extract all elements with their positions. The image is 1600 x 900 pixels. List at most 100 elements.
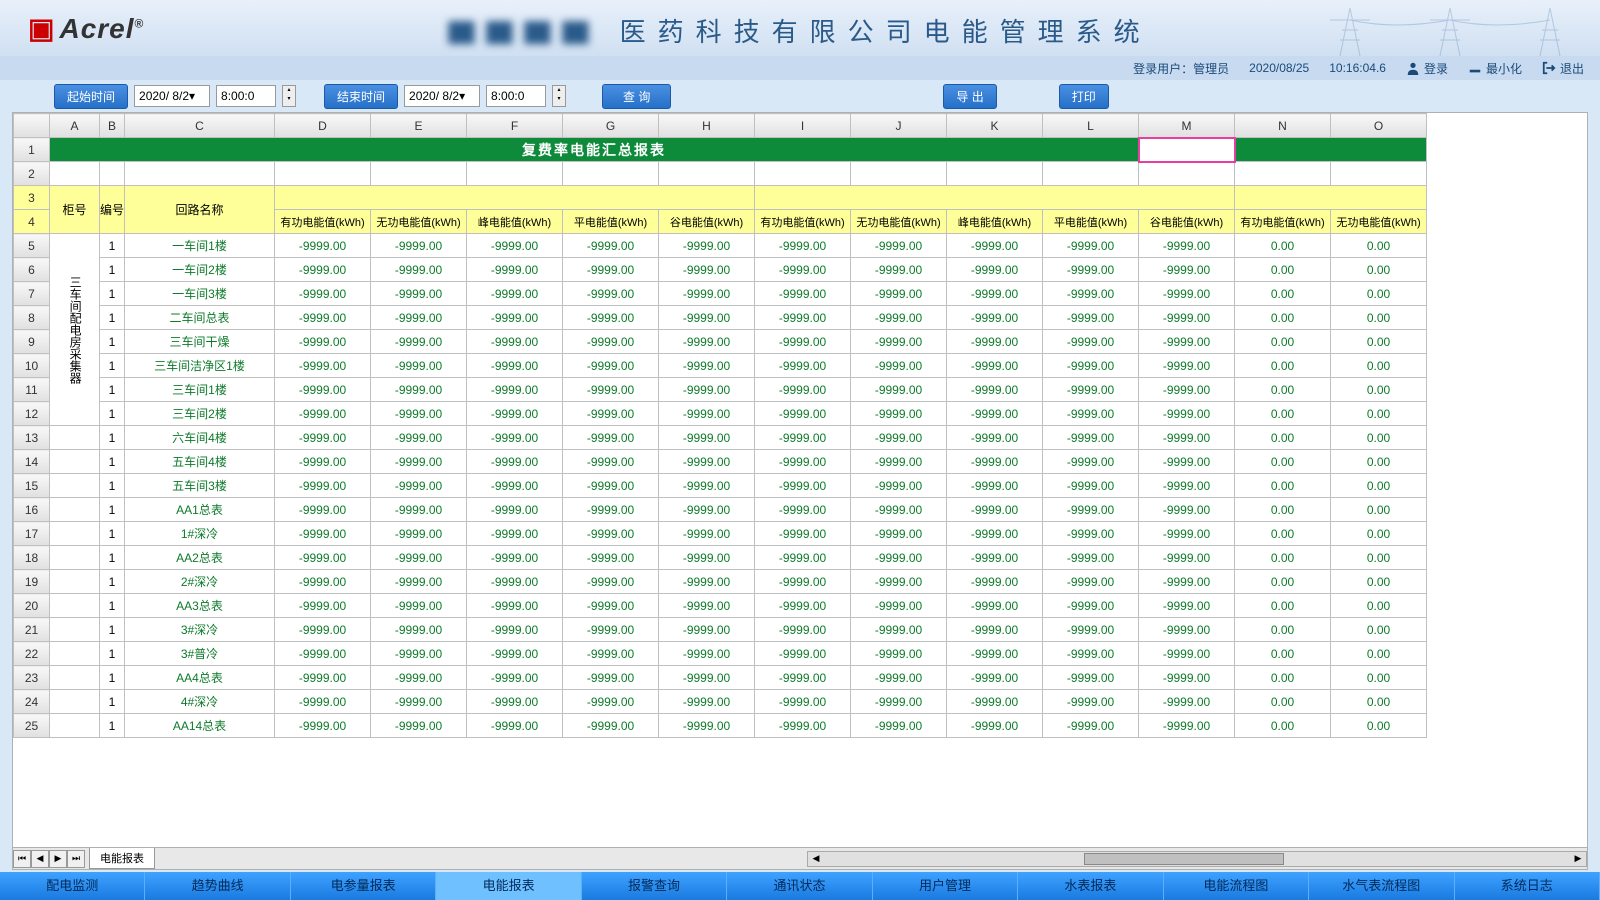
data-cell[interactable]: -9999.00 — [851, 474, 947, 498]
data-cell[interactable]: -9999.00 — [1043, 690, 1139, 714]
data-cell[interactable]: -9999.00 — [1139, 498, 1235, 522]
data-cell[interactable]: -9999.00 — [1043, 594, 1139, 618]
data-cell[interactable]: -9999.00 — [1139, 642, 1235, 666]
row-num[interactable]: 13 — [14, 426, 50, 450]
data-cell[interactable]: -9999.00 — [275, 498, 371, 522]
data-cell[interactable]: -9999.00 — [947, 690, 1043, 714]
data-cell[interactable]: -9999.00 — [563, 546, 659, 570]
data-cell[interactable]: -9999.00 — [1043, 450, 1139, 474]
print-button[interactable]: 打印 — [1059, 84, 1109, 109]
data-cell[interactable]: -9999.00 — [755, 450, 851, 474]
col-header-L[interactable]: L — [1043, 114, 1139, 138]
data-cell[interactable]: -9999.00 — [947, 666, 1043, 690]
row-num[interactable]: 8 — [14, 306, 50, 330]
data-cell[interactable]: -9999.00 — [851, 426, 947, 450]
data-cell[interactable]: -9999.00 — [851, 330, 947, 354]
data-cell[interactable]: -9999.00 — [1139, 426, 1235, 450]
data-cell[interactable]: -9999.00 — [275, 330, 371, 354]
data-cell[interactable]: 0.00 — [1235, 450, 1331, 474]
data-cell[interactable]: -9999.00 — [1043, 426, 1139, 450]
col-header-A[interactable]: A — [50, 114, 100, 138]
data-cell[interactable]: -9999.00 — [659, 378, 755, 402]
data-cell[interactable]: -9999.00 — [947, 570, 1043, 594]
sheet-nav-next[interactable]: ▶ — [49, 850, 67, 868]
data-cell[interactable]: -9999.00 — [563, 234, 659, 258]
data-cell[interactable]: 0.00 — [1235, 714, 1331, 738]
data-cell[interactable]: -9999.00 — [1043, 618, 1139, 642]
data-cell[interactable]: 0.00 — [1331, 330, 1427, 354]
data-cell[interactable]: -9999.00 — [851, 546, 947, 570]
nav-3[interactable]: 电能报表 — [436, 872, 581, 900]
data-cell[interactable]: 0.00 — [1235, 498, 1331, 522]
data-cell[interactable]: -9999.00 — [851, 570, 947, 594]
data-cell[interactable]: -9999.00 — [371, 258, 467, 282]
export-button[interactable]: 导 出 — [943, 84, 996, 109]
data-cell[interactable]: -9999.00 — [275, 474, 371, 498]
data-cell[interactable]: 0.00 — [1331, 306, 1427, 330]
data-cell[interactable]: -9999.00 — [947, 282, 1043, 306]
data-cell[interactable]: -9999.00 — [563, 402, 659, 426]
data-cell[interactable]: -9999.00 — [1139, 378, 1235, 402]
data-cell[interactable]: -9999.00 — [467, 282, 563, 306]
data-cell[interactable]: -9999.00 — [467, 498, 563, 522]
col-header-M[interactable]: M — [1139, 114, 1235, 138]
data-cell[interactable]: 0.00 — [1331, 570, 1427, 594]
data-cell[interactable]: -9999.00 — [467, 258, 563, 282]
data-cell[interactable]: -9999.00 — [563, 594, 659, 618]
data-cell[interactable]: -9999.00 — [275, 570, 371, 594]
data-cell[interactable]: -9999.00 — [659, 234, 755, 258]
start-time-input[interactable] — [216, 85, 276, 107]
data-cell[interactable]: -9999.00 — [563, 474, 659, 498]
data-cell[interactable]: -9999.00 — [755, 426, 851, 450]
row-num[interactable]: 21 — [14, 618, 50, 642]
row-num[interactable]: 17 — [14, 522, 50, 546]
data-cell[interactable]: -9999.00 — [563, 258, 659, 282]
data-cell[interactable]: 0.00 — [1235, 474, 1331, 498]
data-cell[interactable]: 0.00 — [1331, 546, 1427, 570]
data-cell[interactable]: -9999.00 — [947, 234, 1043, 258]
data-cell[interactable]: -9999.00 — [467, 426, 563, 450]
row-num[interactable]: 1 — [14, 138, 50, 162]
data-cell[interactable]: -9999.00 — [563, 282, 659, 306]
data-cell[interactable]: -9999.00 — [947, 306, 1043, 330]
nav-0[interactable]: 配电监测 — [0, 872, 145, 900]
data-cell[interactable]: 0.00 — [1235, 282, 1331, 306]
row-num[interactable]: 9 — [14, 330, 50, 354]
data-cell[interactable]: -9999.00 — [275, 642, 371, 666]
data-cell[interactable]: 0.00 — [1331, 450, 1427, 474]
data-cell[interactable]: -9999.00 — [659, 450, 755, 474]
data-cell[interactable]: 0.00 — [1331, 378, 1427, 402]
data-cell[interactable]: -9999.00 — [659, 282, 755, 306]
data-cell[interactable]: 0.00 — [1331, 522, 1427, 546]
data-cell[interactable]: -9999.00 — [851, 690, 947, 714]
data-cell[interactable]: -9999.00 — [275, 714, 371, 738]
data-cell[interactable]: -9999.00 — [1043, 642, 1139, 666]
data-cell[interactable]: -9999.00 — [371, 450, 467, 474]
data-cell[interactable]: -9999.00 — [1043, 306, 1139, 330]
data-cell[interactable]: -9999.00 — [1139, 282, 1235, 306]
row-num[interactable]: 5 — [14, 234, 50, 258]
data-cell[interactable]: -9999.00 — [371, 570, 467, 594]
data-cell[interactable]: -9999.00 — [659, 570, 755, 594]
data-cell[interactable]: -9999.00 — [371, 666, 467, 690]
data-cell[interactable]: -9999.00 — [467, 690, 563, 714]
start-time-spinner[interactable]: ▴▾ — [282, 85, 296, 107]
data-cell[interactable]: -9999.00 — [467, 714, 563, 738]
data-cell[interactable]: -9999.00 — [563, 642, 659, 666]
row-num[interactable]: 18 — [14, 546, 50, 570]
row-num[interactable]: 22 — [14, 642, 50, 666]
nav-2[interactable]: 电参量报表 — [291, 872, 436, 900]
data-cell[interactable]: -9999.00 — [371, 618, 467, 642]
data-cell[interactable]: -9999.00 — [851, 714, 947, 738]
data-cell[interactable]: -9999.00 — [563, 498, 659, 522]
data-cell[interactable]: -9999.00 — [851, 258, 947, 282]
data-cell[interactable]: 0.00 — [1331, 258, 1427, 282]
data-cell[interactable]: -9999.00 — [1139, 714, 1235, 738]
data-cell[interactable]: -9999.00 — [275, 546, 371, 570]
data-cell[interactable]: 0.00 — [1235, 522, 1331, 546]
data-cell[interactable]: -9999.00 — [659, 642, 755, 666]
data-cell[interactable]: -9999.00 — [371, 546, 467, 570]
data-cell[interactable]: -9999.00 — [371, 378, 467, 402]
data-cell[interactable]: -9999.00 — [755, 234, 851, 258]
data-cell[interactable]: -9999.00 — [1139, 330, 1235, 354]
